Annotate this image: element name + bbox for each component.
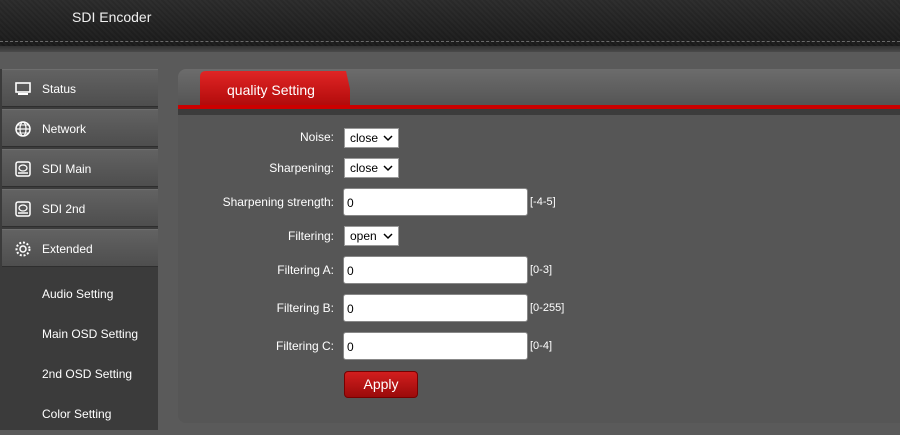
filtering-b-label: Filtering B:: [276, 301, 334, 315]
header-stitch-divider: [0, 41, 900, 42]
gear-icon: [15, 241, 31, 257]
apply-button[interactable]: Apply: [344, 371, 418, 398]
sidebar-item-label: Network: [42, 122, 87, 136]
disk-icon: [15, 201, 31, 217]
sharpening-label: Sharpening:: [269, 161, 334, 175]
sidebar-subitem-label: Audio Setting: [42, 287, 114, 301]
sharpening-strength-range: [-4-5]: [530, 196, 556, 208]
sidebar-item-sdi-2nd[interactable]: SDI 2nd: [2, 189, 158, 227]
noise-label: Noise:: [299, 130, 334, 144]
filtering-label: Filtering:: [287, 229, 334, 243]
app-header: SDI Encoder: [0, 0, 900, 46]
sidebar-item-network[interactable]: Network: [2, 109, 158, 147]
sharpening-strength-input[interactable]: 0: [343, 188, 528, 216]
sidebar-item-label: SDI Main: [42, 162, 92, 176]
globe-icon: [15, 121, 31, 137]
sidebar-subitem-label: Color Setting: [42, 407, 112, 421]
noise-select[interactable]: close: [344, 128, 399, 148]
sidebar-item-label: SDI 2nd: [42, 202, 86, 216]
sidebar-item-sdi-main[interactable]: SDI Main: [2, 149, 158, 187]
filtering-b-range: [0-255]: [530, 302, 565, 314]
sidebar-item-label: Extended: [42, 242, 93, 256]
sidebar-item-status[interactable]: Status: [2, 69, 158, 107]
filtering-c-range: [0-4]: [530, 340, 553, 352]
sidebar-subitem-label: 2nd OSD Setting: [42, 367, 133, 381]
quality-setting-panel: quality Setting Noise: close Sharpening:…: [178, 69, 900, 423]
sidebar-item-label: Status: [42, 82, 77, 96]
chevron-down-icon: [383, 135, 393, 142]
sidebar-subitem-color-setting[interactable]: Color Setting: [0, 395, 158, 435]
chevron-down-icon: [383, 165, 393, 172]
filtering-c-value: 0: [347, 340, 354, 354]
app-title: SDI Encoder: [72, 9, 152, 25]
sidebar-subitem-audio-setting[interactable]: Audio Setting: [0, 275, 158, 315]
filtering-b-input[interactable]: 0: [343, 294, 528, 322]
filtering-c-label: Filtering C:: [275, 339, 334, 353]
disk-icon: [15, 161, 31, 177]
filtering-select[interactable]: open: [344, 226, 399, 246]
sharpening-strength-value: 0: [347, 196, 354, 210]
sharpening-select[interactable]: close: [344, 158, 399, 178]
sidebar-item-extended[interactable]: Extended: [2, 229, 158, 267]
filtering-c-input[interactable]: 0: [343, 332, 528, 360]
sidebar: Status Network SDI Main SDI 2nd Extended…: [0, 69, 158, 430]
filtering-a-input[interactable]: 0: [343, 256, 528, 284]
filtering-a-value: 0: [347, 264, 354, 278]
filtering-select-value: open: [350, 229, 377, 243]
filtering-b-value: 0: [347, 302, 354, 316]
tab-label: quality Setting: [227, 82, 315, 98]
header-shadow: [0, 46, 900, 52]
filtering-a-label: Filtering A:: [277, 263, 334, 277]
filtering-a-range: [0-3]: [530, 264, 553, 276]
sidebar-subitem-main-osd-setting[interactable]: Main OSD Setting: [0, 315, 158, 355]
tab-quality-setting[interactable]: quality Setting: [200, 71, 350, 107]
sharpening-select-value: close: [350, 161, 379, 175]
sidebar-subitem-2nd-osd-setting[interactable]: 2nd OSD Setting: [0, 355, 158, 395]
chevron-down-icon: [383, 233, 393, 240]
sidebar-subitem-label: Main OSD Setting: [42, 327, 139, 341]
panel-separator: [178, 109, 900, 115]
sharpening-strength-label: Sharpening strength:: [222, 195, 334, 209]
noise-select-value: close: [350, 131, 379, 145]
monitor-icon: [15, 82, 31, 95]
